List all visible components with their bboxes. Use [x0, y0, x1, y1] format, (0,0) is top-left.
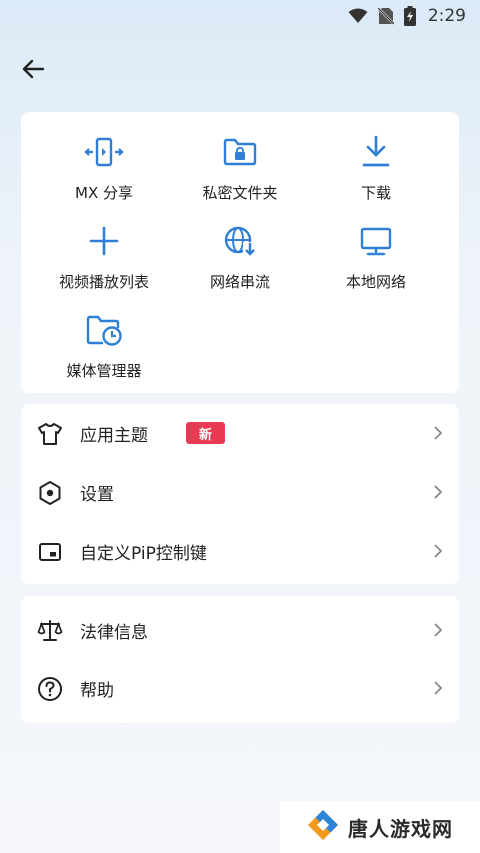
back-arrow-icon	[22, 59, 45, 79]
grid-item-media-manager[interactable]: 媒体管理器	[31, 312, 177, 381]
battery-charging-icon	[403, 6, 416, 26]
pip-icon	[37, 539, 63, 565]
chevron-right-icon	[433, 622, 443, 642]
watermark-logo-icon	[306, 808, 340, 846]
menu-item-help[interactable]: 帮助	[21, 659, 459, 717]
tshirt-icon	[37, 421, 63, 447]
back-button[interactable]	[16, 54, 50, 84]
wifi-icon	[348, 8, 368, 24]
clock: 2:29	[427, 6, 466, 26]
menu-label: 设置	[80, 484, 114, 505]
settings-hexagon-icon	[37, 480, 63, 506]
private-folder-icon	[167, 134, 313, 170]
menu-item-app-theme[interactable]: 应用主题 新	[21, 404, 459, 462]
grid-label: 私密文件夹	[202, 184, 278, 202]
scale-icon	[37, 618, 63, 644]
network-stream-icon	[167, 223, 313, 259]
grid-label: 本地网络	[345, 273, 406, 291]
grid-label: 网络串流	[209, 273, 270, 291]
grid-label: 媒体管理器	[66, 362, 142, 380]
help-icon	[37, 676, 63, 702]
watermark: 唐人游戏网	[280, 801, 480, 853]
grid-item-private-folder[interactable]: 私密文件夹	[167, 134, 313, 203]
local-network-icon	[303, 223, 449, 259]
watermark-text: 唐人游戏网	[348, 816, 453, 841]
no-sim-icon	[377, 7, 394, 25]
add-playlist-icon	[31, 223, 177, 259]
chevron-right-icon	[433, 484, 443, 504]
menu-label: 应用主题	[80, 425, 148, 446]
grid-item-mx-share[interactable]: MX 分享	[31, 134, 177, 203]
menu-label: 帮助	[80, 680, 114, 701]
download-icon	[303, 134, 449, 170]
menu-item-legal[interactable]: 法律信息	[21, 601, 459, 659]
mx-share-icon	[31, 134, 177, 170]
grid-item-local-network[interactable]: 本地网络	[303, 223, 449, 292]
chevron-right-icon	[433, 543, 443, 563]
grid-label: 视频播放列表	[58, 273, 149, 291]
info-menu-card: 法律信息 帮助	[21, 596, 459, 723]
grid-item-network-stream[interactable]: 网络串流	[167, 223, 313, 292]
grid-item-video-playlist[interactable]: 视频播放列表	[31, 223, 177, 292]
chevron-right-icon	[433, 425, 443, 445]
chevron-right-icon	[433, 680, 443, 700]
grid-label: 下载	[360, 184, 391, 202]
new-badge: 新	[186, 422, 226, 444]
app-menu-card: 应用主题 新 设置 自定义PiP控制键	[21, 404, 459, 584]
status-bar: 2:29	[0, 0, 480, 32]
menu-label: 法律信息	[80, 622, 148, 643]
quick-actions-card: MX 分享 私密文件夹 下载 视频播放列表 网络串流 本地网络 媒体管理器	[21, 112, 459, 393]
menu-item-settings[interactable]: 设置	[21, 463, 459, 521]
grid-label: MX 分享	[75, 184, 133, 202]
grid-item-download[interactable]: 下载	[303, 134, 449, 203]
menu-label: 自定义PiP控制键	[80, 543, 207, 564]
media-manager-icon	[31, 312, 177, 348]
menu-item-pip-controls[interactable]: 自定义PiP控制键	[21, 522, 459, 580]
